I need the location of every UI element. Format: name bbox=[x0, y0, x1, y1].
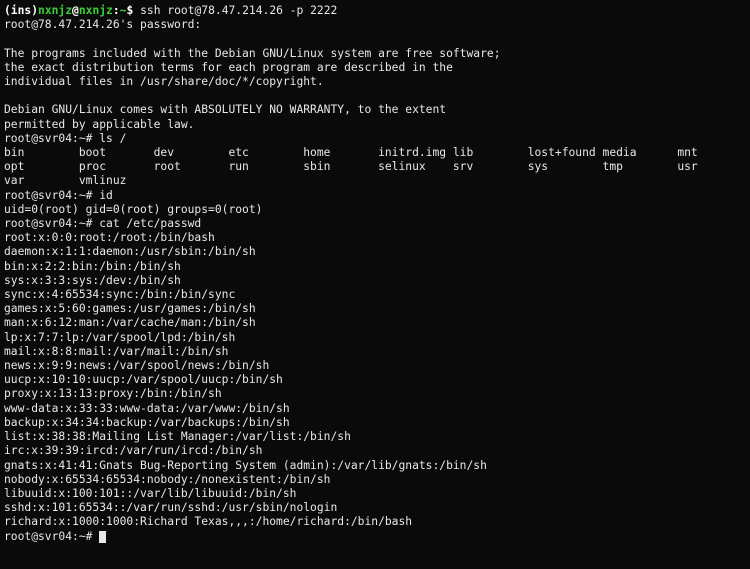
passwd-line: news:x:9:9:news:/var/spool/news:/bin/sh bbox=[4, 359, 269, 372]
passwd-line: sync:x:4:65534:sync:/bin:/bin/sync bbox=[4, 288, 235, 301]
id-output: uid=0(root) gid=0(root) groups=0(root) bbox=[4, 203, 262, 216]
passwd-line: daemon:x:1:1:daemon:/usr/sbin:/bin/sh bbox=[4, 245, 256, 258]
motd-line: the exact distribution terms for each pr… bbox=[4, 61, 453, 74]
passwd-line: list:x:38:38:Mailing List Manager:/var/l… bbox=[4, 430, 351, 443]
passwd-line: lp:x:7:7:lp:/var/spool/lpd:/bin/sh bbox=[4, 331, 235, 344]
passwd-line: www-data:x:33:33:www-data:/var/www:/bin/… bbox=[4, 402, 290, 415]
passwd-line: mail:x:8:8:mail:/var/mail:/bin/sh bbox=[4, 345, 228, 358]
ls-command: ls / bbox=[99, 132, 126, 145]
local-prompt: (ins)nxnjz@nxnjz:~$ bbox=[4, 4, 140, 17]
passwd-line: sys:x:3:3:sys:/dev:/bin/sh bbox=[4, 274, 181, 287]
colon: : bbox=[113, 4, 120, 17]
passwd-line: irc:x:39:39:ircd:/var/run/ircd:/bin/sh bbox=[4, 444, 262, 457]
passwd-line: gnats:x:41:41:Gnats Bug-Reporting System… bbox=[4, 459, 487, 472]
passwd-line: bin:x:2:2:bin:/bin:/bin/sh bbox=[4, 260, 181, 273]
local-host: nxnjz bbox=[79, 4, 113, 17]
passwd-line: richard:x:1000:1000:Richard Texas,,,:/ho… bbox=[4, 515, 412, 528]
passwd-line: man:x:6:12:man:/var/cache/man:/bin/sh bbox=[4, 316, 256, 329]
passwd-line: uucp:x:10:10:uucp:/var/spool/uucp:/bin/s… bbox=[4, 373, 283, 386]
remote-prompt: root@svr04:~# bbox=[4, 530, 99, 543]
remote-prompt: root@svr04:~# bbox=[4, 132, 99, 145]
id-command: id bbox=[99, 189, 113, 202]
cat-command: cat /etc/passwd bbox=[99, 217, 201, 230]
password-prompt: root@78.47.214.26's password: bbox=[4, 18, 201, 31]
local-user: nxnjz bbox=[38, 4, 72, 17]
ls-output-row: var vmlinuz bbox=[4, 174, 126, 187]
dollar-sign: $ bbox=[126, 4, 140, 17]
passwd-line: root:x:0:0:root:/root:/bin/bash bbox=[4, 231, 215, 244]
terminal-window[interactable]: (ins)nxnjz@nxnjz:~$ ssh root@78.47.214.2… bbox=[0, 0, 750, 548]
remote-prompt: root@svr04:~# bbox=[4, 217, 99, 230]
passwd-line: libuuid:x:100:101::/var/lib/libuuid:/bin… bbox=[4, 487, 296, 500]
passwd-line: nobody:x:65534:65534:nobody:/nonexistent… bbox=[4, 473, 330, 486]
motd-line: permitted by applicable law. bbox=[4, 118, 194, 131]
at-symbol: @ bbox=[72, 4, 79, 17]
passwd-line: proxy:x:13:13:proxy:/bin:/bin/sh bbox=[4, 387, 222, 400]
ls-output-row: bin boot dev etc home initrd.img lib los… bbox=[4, 146, 698, 159]
ls-output-row: opt proc root run sbin selinux srv sys t… bbox=[4, 160, 698, 173]
motd-line: individual files in /usr/share/doc/*/cop… bbox=[4, 75, 324, 88]
vi-mode-indicator: (ins) bbox=[4, 4, 38, 17]
cursor[interactable] bbox=[99, 531, 106, 543]
motd-line: The programs included with the Debian GN… bbox=[4, 47, 501, 60]
motd-line: Debian GNU/Linux comes with ABSOLUTELY N… bbox=[4, 103, 446, 116]
ssh-command: ssh root@78.47.214.26 -p 2222 bbox=[140, 4, 337, 17]
passwd-line: backup:x:34:34:backup:/var/backups:/bin/… bbox=[4, 416, 290, 429]
passwd-line: sshd:x:101:65534::/var/run/sshd:/usr/sbi… bbox=[4, 501, 337, 514]
passwd-line: games:x:5:60:games:/usr/games:/bin/sh bbox=[4, 302, 256, 315]
remote-prompt: root@svr04:~# bbox=[4, 189, 99, 202]
